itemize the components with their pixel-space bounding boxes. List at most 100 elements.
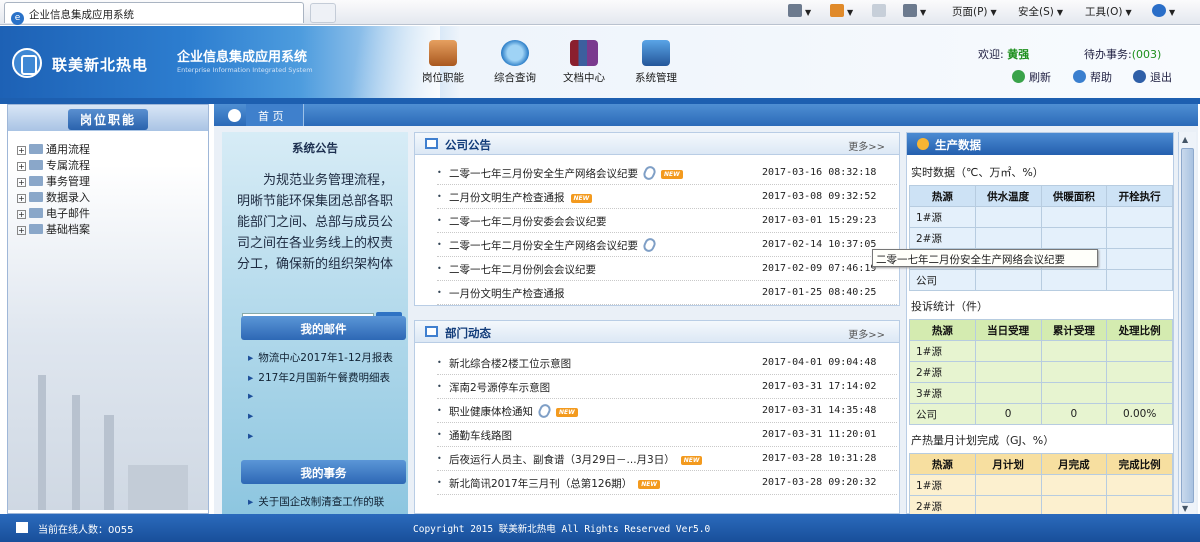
table-cell: 1#源: [909, 206, 976, 228]
column-header: 开栓执行: [1106, 185, 1173, 207]
logout-button[interactable]: 退出: [1133, 69, 1172, 85]
expand-icon[interactable]: +: [17, 194, 26, 203]
complaints-title: 投诉统计（件）: [911, 300, 988, 313]
table-cell: [974, 382, 1042, 404]
item-date: 2017-04-01 09:04:48: [762, 357, 877, 368]
dept-news-header: 部门动态 更多>>: [415, 321, 899, 343]
help-button[interactable]: 帮助: [1073, 69, 1112, 85]
table-cell: 0: [974, 403, 1042, 425]
logout-icon: [1133, 70, 1146, 83]
page-menu[interactable]: 页面(P) ▼: [952, 4, 997, 20]
my-tasks-header[interactable]: 我的事务: [241, 460, 406, 484]
item-title[interactable]: 浑南2号源停车示意图: [449, 380, 550, 395]
tree-item-dedicated-flow[interactable]: + 专属流程: [17, 157, 90, 173]
scroll-down-icon[interactable]: ▼: [1182, 504, 1188, 513]
help-menu[interactable]: ▼: [1152, 4, 1175, 20]
attachment-icon: [536, 402, 553, 420]
my-mail-header[interactable]: 我的邮件: [241, 316, 406, 340]
list-item[interactable]: • 后夜运行人员主、副食谱（3月29日－...月3日） NEW 2017-03-28 …: [437, 447, 897, 471]
tree-item-label: 数据录入: [46, 191, 90, 204]
mail-item[interactable]: [248, 390, 408, 402]
item-title[interactable]: 二零一七年二月份安委会会议纪要: [449, 214, 607, 229]
nav-system[interactable]: 系统管理: [621, 38, 691, 98]
safety-menu[interactable]: 安全(S) ▼: [1018, 4, 1063, 20]
refresh-button[interactable]: 刷新: [1012, 69, 1051, 85]
list-item[interactable]: • 职业健康体检通知 NEW 2017-03-31 14:35:48: [437, 399, 897, 423]
print-button[interactable]: ▼: [903, 4, 926, 20]
list-item[interactable]: • 二零一七年三月份安全生产网络会议纪要 NEW 2017-03-16 08:32:1…: [437, 161, 897, 185]
list-item[interactable]: • 新北简讯2017年三月刊（总第126期） NEW 2017-03-28 09:20…: [437, 471, 897, 495]
item-title[interactable]: 后夜运行人员主、副食谱（3月29日－...月3日） NEW: [449, 452, 703, 467]
tree-item-data-entry[interactable]: + 数据录入: [17, 189, 90, 205]
expand-icon[interactable]: +: [17, 210, 26, 219]
item-title[interactable]: 新北综合楼2楼工位示意图: [449, 356, 571, 371]
browser-tab[interactable]: e 企业信息集成应用系统: [4, 2, 304, 25]
item-title[interactable]: 二零一七年三月份安全生产网络会议纪要 NEW: [449, 164, 683, 182]
new-tab-button[interactable]: [310, 3, 336, 23]
home-icon: [788, 4, 802, 17]
list-item[interactable]: • 二零一七年二月份例会会议纪要 2017-02-09 07:46:19: [437, 257, 897, 281]
feeds-button[interactable]: ▼: [830, 4, 853, 20]
expand-icon[interactable]: +: [17, 162, 26, 171]
task-item[interactable]: 关于国企改制清查工作的联: [248, 494, 408, 509]
list-icon: [425, 138, 438, 149]
table-cell: 1#源: [909, 474, 976, 496]
item-title[interactable]: 一月份文明生产检查通报: [449, 286, 565, 301]
vertical-scrollbar[interactable]: ▲ ▼: [1178, 132, 1196, 514]
bullet-icon: •: [437, 288, 442, 297]
main-content: 首 页 系统公告 为规范业务管理流程，明晰节能环保集团总部各职能部门之间、总部与…: [214, 104, 1198, 517]
nav-job-functions[interactable]: 岗位职能: [408, 38, 478, 98]
refresh-icon: [1012, 70, 1025, 83]
more-link[interactable]: 更多>>: [848, 326, 885, 341]
item-title[interactable]: 二月份文明生产检查通报 NEW: [449, 190, 593, 205]
mail-button[interactable]: [872, 4, 886, 20]
table-cell: [1040, 227, 1108, 249]
expand-icon[interactable]: +: [17, 226, 26, 235]
list-item[interactable]: • 通勤车线路图 2017-03-31 11:20:01: [437, 423, 897, 447]
bullet-icon: •: [437, 216, 442, 225]
scrollbar-thumb[interactable]: [1181, 148, 1194, 503]
tree-item-archives[interactable]: + 基础档案: [17, 221, 90, 237]
item-title[interactable]: 职业健康体检通知 NEW: [449, 402, 578, 420]
list-item[interactable]: • 二零一七年二月份安全生产网络会议纪要 2017-02-14 10:37:05: [437, 233, 897, 257]
list-item[interactable]: • 新北综合楼2楼工位示意图 2017-04-01 09:04:48: [437, 351, 897, 375]
tools-menu[interactable]: 工具(O) ▼: [1085, 4, 1132, 20]
scroll-up-icon[interactable]: ▲: [1182, 135, 1188, 144]
notice-column: 系统公告 为规范业务管理流程，明晰节能环保集团总部各职能部门之间、总部与成员公司…: [222, 132, 408, 514]
mail-item[interactable]: 物流中心2017年1-12月报表: [248, 350, 408, 365]
mail-item[interactable]: [248, 430, 408, 442]
pending-count: (003): [1131, 48, 1162, 61]
list-item[interactable]: • 二月份文明生产检查通报 NEW 2017-03-08 09:32:52: [437, 185, 897, 209]
table-cell: [974, 340, 1042, 362]
home-button[interactable]: ▼: [788, 4, 811, 20]
system-title-en: Enterprise Information Integrated System: [177, 66, 313, 74]
more-link[interactable]: 更多>>: [848, 138, 885, 153]
mail-item[interactable]: [248, 410, 408, 422]
list-item[interactable]: • 一月份文明生产检查通报 2017-01-25 08:40:25: [437, 281, 897, 305]
item-title[interactable]: 通勤车线路图: [449, 428, 512, 443]
tree-item-email[interactable]: + 电子邮件: [17, 205, 90, 221]
nav-query[interactable]: 综合查询: [480, 38, 550, 98]
column-header: 供水温度: [974, 185, 1042, 207]
pending-tasks[interactable]: 待办事务:(003): [1084, 46, 1161, 62]
new-badge: NEW: [556, 408, 578, 417]
tree-item-affairs[interactable]: + 事务管理: [17, 173, 90, 189]
table-cell: [1106, 474, 1173, 496]
mail-item[interactable]: 217年2月国新午餐费明细表: [248, 370, 408, 385]
dept-news-title: 部门动态: [445, 326, 491, 340]
expand-icon[interactable]: +: [17, 178, 26, 187]
browser-tab-title: 企业信息集成应用系统: [29, 9, 134, 21]
list-item[interactable]: • 二零一七年二月份安委会会议纪要 2017-03-01 15:29:23: [437, 209, 897, 233]
item-title[interactable]: 新北简讯2017年三月刊（总第126期） NEW: [449, 476, 661, 491]
table-cell: 0: [1040, 403, 1108, 425]
item-title[interactable]: 二零一七年二月份安全生产网络会议纪要: [449, 236, 658, 254]
realtime-title: 实时数据（℃、万㎡、%）: [911, 166, 1044, 179]
breadcrumb-home[interactable]: 首 页: [258, 108, 284, 124]
expand-icon[interactable]: +: [17, 146, 26, 155]
tree-item-general-flow[interactable]: + 通用流程: [17, 141, 90, 157]
list-item[interactable]: • 浑南2号源停车示意图 2017-03-31 17:14:02: [437, 375, 897, 399]
item-title[interactable]: 二零一七年二月份例会会议纪要: [449, 262, 596, 277]
nav-documents[interactable]: 文档中心: [549, 38, 619, 98]
folder-icon: [29, 192, 43, 202]
folder-icon: [29, 208, 43, 218]
